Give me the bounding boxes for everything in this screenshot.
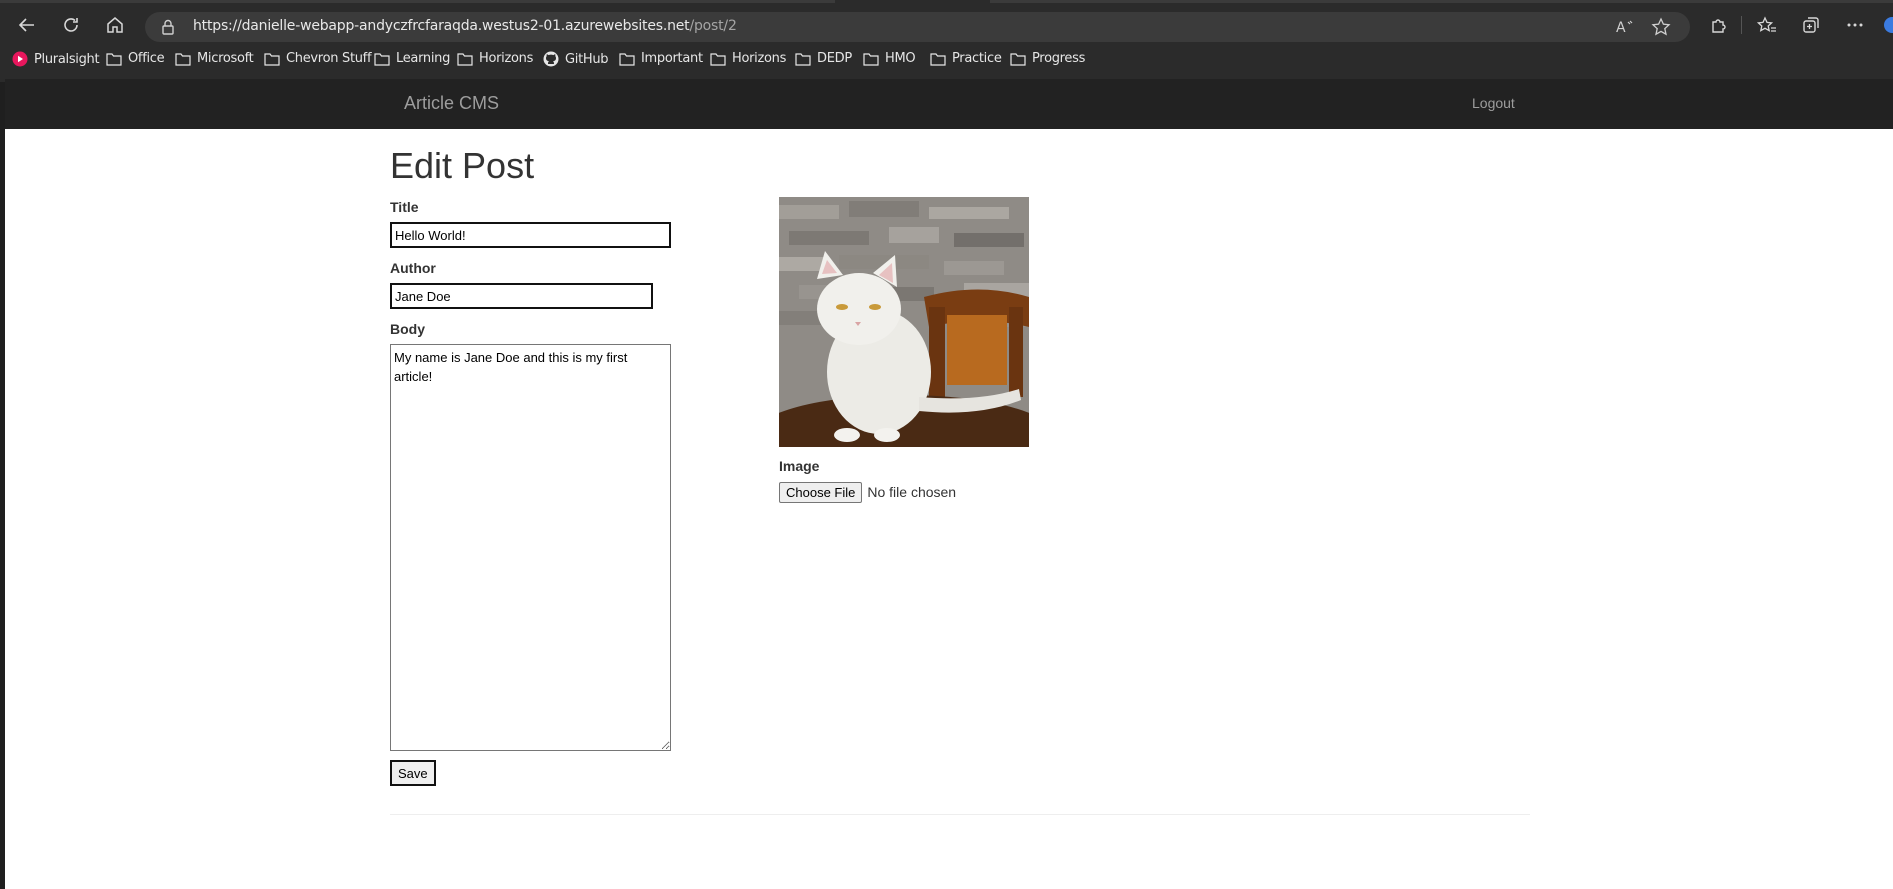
post-image: [779, 197, 1029, 447]
footer-divider: [390, 814, 1530, 815]
bookmark-github[interactable]: GitHub: [543, 51, 609, 67]
bookmark-label: Horizons: [479, 51, 534, 66]
bookmark-chevron-stuff[interactable]: Chevron Stuff: [264, 51, 372, 66]
browser-toolbar: https://danielle-webapp-andyczfrcfaraqda…: [0, 3, 1893, 45]
puzzle-icon[interactable]: [1703, 9, 1735, 41]
url-host: https://danielle-webapp-andyczfrcfaraqda…: [193, 18, 690, 34]
folder-icon: [795, 52, 811, 66]
page-viewport: Article CMS Logout Edit Post Title Autho…: [5, 79, 1893, 889]
image-label: Image: [779, 458, 820, 474]
browser-chrome: https://danielle-webapp-andyczfrcfaraqda…: [0, 0, 1893, 82]
folder-icon: [619, 52, 635, 66]
pluralsight-icon: [12, 51, 28, 67]
bookmark-label: Important: [641, 51, 703, 66]
bookmark-progress[interactable]: Progress: [1010, 51, 1085, 66]
collections-icon[interactable]: [1795, 9, 1827, 41]
author-input[interactable]: [390, 283, 653, 309]
star-icon[interactable]: [1651, 17, 1671, 42]
bookmark-pluralsight[interactable]: Pluralsight: [12, 51, 100, 67]
toolbar-divider: [1741, 16, 1742, 34]
author-label: Author: [390, 260, 436, 276]
body-textarea[interactable]: My name is Jane Doe and this is my first…: [390, 344, 671, 751]
folder-icon: [863, 52, 879, 66]
navbar: Article CMS Logout: [5, 79, 1893, 129]
folder-icon: [264, 52, 280, 66]
bookmark-label: Horizons: [732, 51, 787, 66]
bookmark-practice[interactable]: Practice: [930, 51, 1002, 66]
folder-icon: [710, 52, 726, 66]
no-file-text: No file chosen: [867, 484, 957, 500]
refresh-icon[interactable]: [55, 9, 87, 41]
home-icon[interactable]: [99, 9, 131, 41]
lock-icon[interactable]: [161, 19, 175, 40]
folder-icon: [374, 52, 390, 66]
github-icon: [543, 51, 559, 67]
svg-text:A: A: [1616, 20, 1626, 36]
page-title: Edit Post: [390, 145, 535, 186]
bookmark-dedp[interactable]: DEDP: [795, 51, 852, 66]
bookmark-horizons-2[interactable]: Horizons: [710, 51, 786, 66]
address-bar[interactable]: https://danielle-webapp-andyczfrcfaraqda…: [145, 12, 1690, 42]
bookmark-important[interactable]: Important: [619, 51, 703, 66]
bookmark-label: DEDP: [817, 51, 852, 66]
back-arrow-icon[interactable]: [11, 9, 43, 41]
bookmark-label: Chevron Stuff: [286, 51, 372, 66]
copilot-icon[interactable]: [1884, 17, 1893, 33]
bookmark-label: HMO: [885, 51, 916, 66]
body-label: Body: [390, 321, 425, 337]
logout-link[interactable]: Logout: [1472, 95, 1515, 111]
favorites-icon[interactable]: [1751, 9, 1783, 41]
more-icon[interactable]: [1839, 9, 1871, 41]
bookmark-label: Learning: [396, 51, 451, 66]
bookmark-label: GitHub: [565, 51, 609, 67]
bookmark-microsoft[interactable]: Microsoft: [175, 51, 254, 66]
read-aloud-icon[interactable]: A: [1615, 17, 1635, 42]
url-text[interactable]: https://danielle-webapp-andyczfrcfaraqda…: [193, 18, 737, 34]
image-file-input[interactable]: Choose File No file chosen: [779, 481, 956, 503]
bookmark-label: Practice: [952, 51, 1002, 66]
bookmark-label: Office: [128, 51, 165, 66]
folder-icon: [175, 52, 191, 66]
bookmark-label: Microsoft: [197, 51, 254, 66]
folder-icon: [1010, 52, 1026, 66]
bookmark-label: Pluralsight: [34, 51, 100, 67]
title-label: Title: [390, 199, 419, 215]
url-path: /post/2: [689, 18, 737, 34]
title-input[interactable]: [390, 222, 671, 248]
bookmarks-bar: Pluralsight Office Microsoft Chevron Stu…: [0, 48, 1893, 74]
bookmark-hmo[interactable]: HMO: [863, 51, 916, 66]
bookmark-learning[interactable]: Learning: [374, 51, 450, 66]
folder-icon: [930, 52, 946, 66]
bookmark-label: Progress: [1032, 51, 1086, 66]
folder-icon: [457, 52, 473, 66]
folder-icon: [106, 52, 122, 66]
bookmark-office[interactable]: Office: [106, 51, 165, 66]
brand-link[interactable]: Article CMS: [404, 93, 499, 114]
choose-file-button[interactable]: Choose File: [779, 481, 863, 503]
save-button[interactable]: Save: [390, 760, 436, 786]
bookmark-horizons[interactable]: Horizons: [457, 51, 533, 66]
